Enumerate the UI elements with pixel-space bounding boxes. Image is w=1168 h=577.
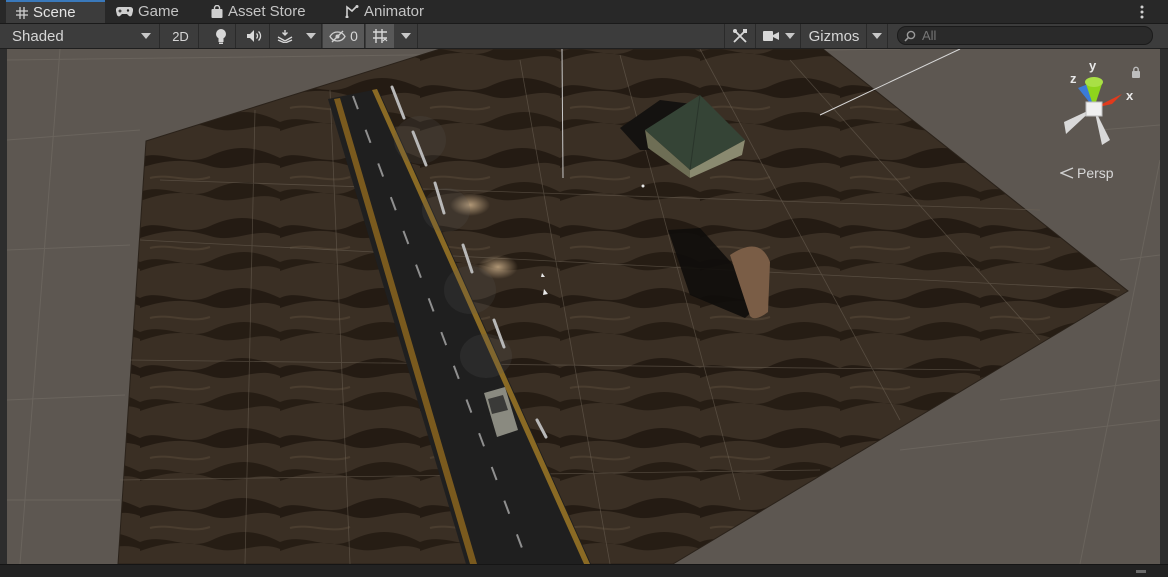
axis-x-label: x <box>1126 88 1134 103</box>
more-options-icon[interactable] <box>1132 2 1152 22</box>
projection-label: Persp <box>1077 165 1114 181</box>
camera-settings-button[interactable] <box>757 24 801 48</box>
audio-toggle-button[interactable] <box>238 24 270 48</box>
gizmos-dropdown-button[interactable] <box>866 24 888 48</box>
grid-icon <box>16 6 28 19</box>
tab-asset-store[interactable]: Asset Store <box>201 0 325 23</box>
effects-toggle-button[interactable] <box>270 24 300 48</box>
speaker-icon <box>246 30 261 42</box>
tab-game[interactable]: Game <box>106 0 198 23</box>
tab-label: Animator <box>364 3 425 20</box>
camera-icon <box>762 31 779 41</box>
hidden-count: 0 <box>350 28 358 44</box>
axis-z-label: z <box>1070 71 1077 86</box>
tab-label: Scene <box>33 4 76 21</box>
shopping-bag-icon <box>211 5 223 18</box>
tools-icon <box>733 29 747 43</box>
gamepad-icon <box>116 6 133 17</box>
chevron-down-icon <box>305 33 316 39</box>
chevron-down-icon <box>400 33 411 39</box>
draw-mode-dropdown[interactable]: Shaded <box>0 24 160 48</box>
viewport-border <box>0 49 7 564</box>
scene-toolbar: Shaded 2D 0 Gizmos <box>0 24 1168 49</box>
2d-label: 2D <box>172 28 189 44</box>
effects-dropdown-button[interactable] <box>300 24 322 48</box>
viewport-border <box>1160 49 1168 564</box>
bottom-border <box>0 564 1168 577</box>
scene-tab-bar: Scene Game Asset Store Animator <box>0 0 1168 24</box>
tab-label: Game <box>138 3 179 20</box>
tools-button[interactable] <box>724 24 756 48</box>
orientation-gizmo[interactable]: y z x <box>1050 58 1140 155</box>
scene-visibility-button[interactable]: 0 <box>323 24 365 48</box>
light-bulb-icon <box>215 29 226 44</box>
eye-hidden-icon <box>329 30 346 42</box>
perspective-icon <box>1060 167 1074 179</box>
animator-icon <box>345 5 359 18</box>
draw-mode-label: Shaded <box>12 27 64 45</box>
chevron-down-icon <box>141 33 151 39</box>
grid-snap-button[interactable] <box>366 24 394 48</box>
resize-handle[interactable] <box>1136 570 1146 573</box>
chevron-down-icon <box>872 33 882 39</box>
grid-dropdown-button[interactable] <box>394 24 418 48</box>
projection-toggle[interactable]: Persp <box>1060 165 1114 181</box>
search-field[interactable] <box>897 26 1153 45</box>
tab-label: Asset Store <box>228 3 306 20</box>
chevron-down-icon <box>784 33 795 39</box>
layers-icon <box>277 30 293 43</box>
search-icon <box>904 30 916 42</box>
scene-viewport[interactable] <box>7 49 1160 564</box>
grid-snap-icon <box>373 29 388 43</box>
lighting-toggle-button[interactable] <box>206 24 236 48</box>
search-input[interactable] <box>922 28 1122 43</box>
gizmos-button[interactable]: Gizmos <box>801 24 867 48</box>
tab-scene[interactable]: Scene <box>6 0 105 23</box>
axis-y-label: y <box>1089 58 1097 73</box>
2d-toggle-button[interactable]: 2D <box>163 24 199 48</box>
tab-animator[interactable]: Animator <box>335 0 447 23</box>
gizmos-label: Gizmos <box>808 27 860 45</box>
